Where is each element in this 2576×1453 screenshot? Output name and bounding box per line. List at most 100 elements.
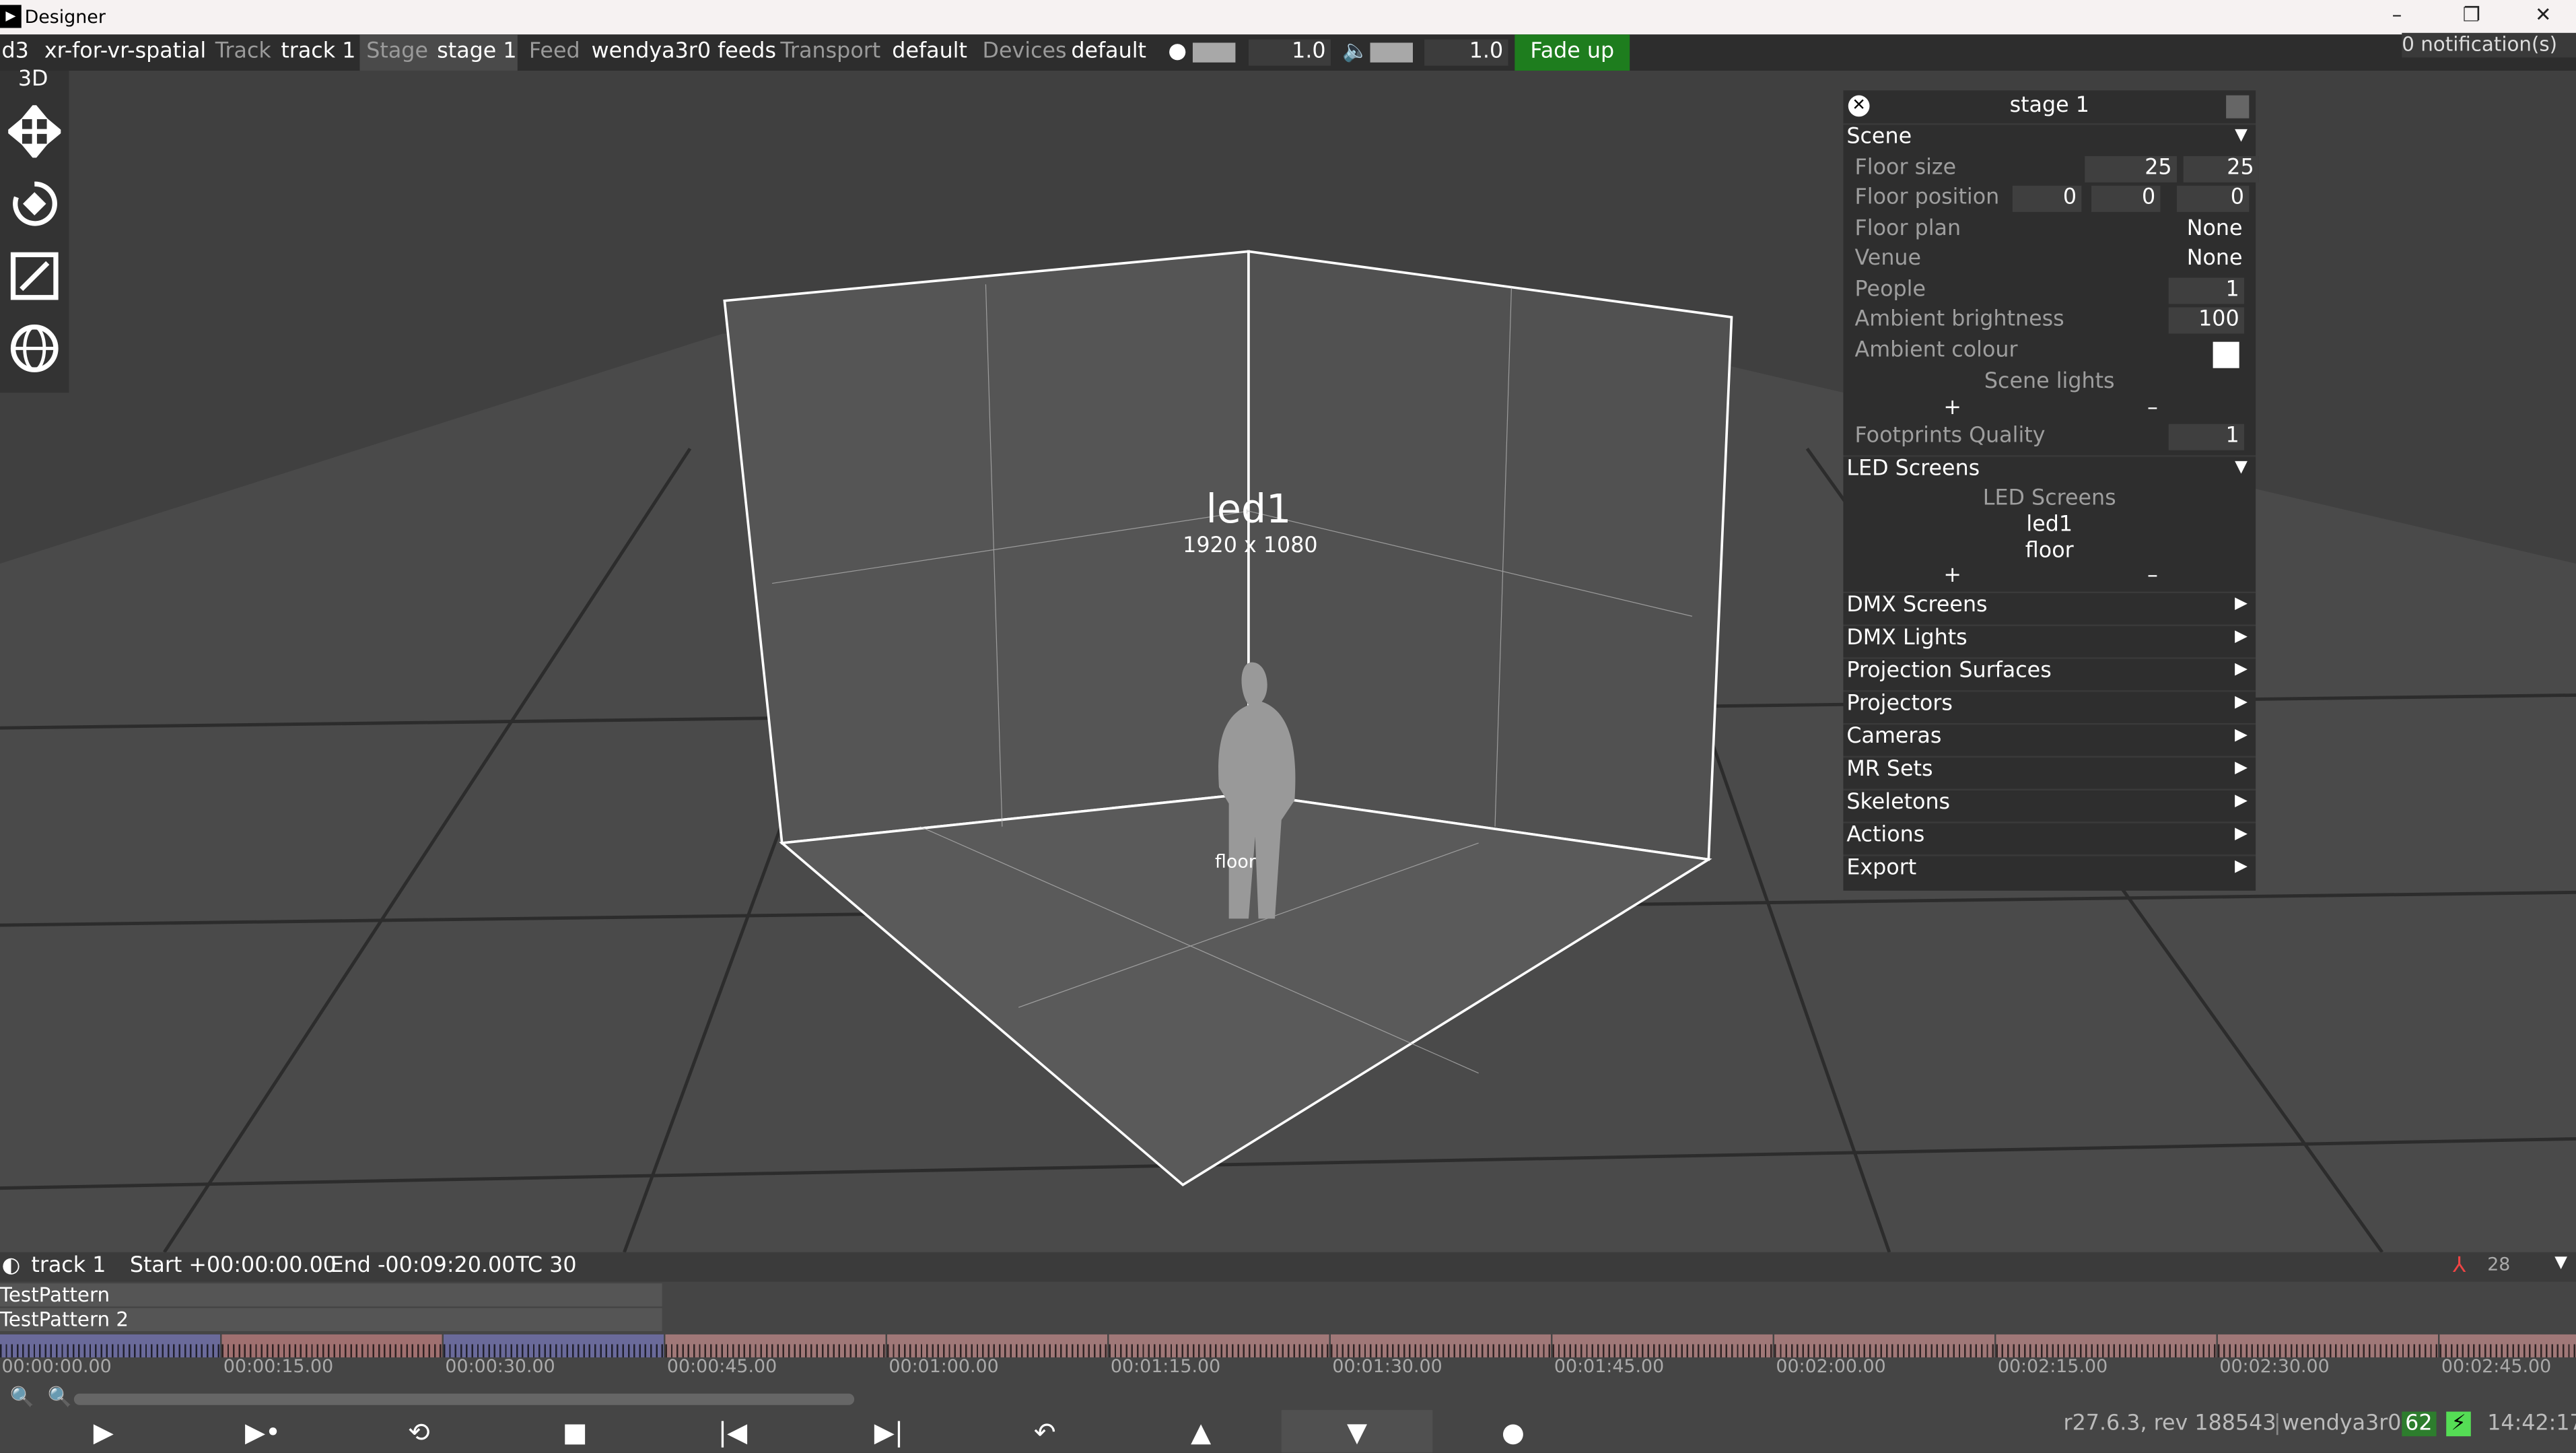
notifications-button[interactable]: 0 notification(s) [2402,32,2576,58]
play-to-end-button[interactable]: ▶• [187,1410,339,1452]
venue-value[interactable]: None [2187,246,2243,271]
move-tool-icon[interactable] [5,100,64,163]
globe-tool-icon[interactable] [5,317,64,380]
zoom-in-icon[interactable]: 🔍 [48,1386,72,1409]
loop-button[interactable]: ⟲ [343,1410,495,1452]
ruler-segment [2217,1334,2438,1358]
people-input[interactable]: 1 [2168,277,2244,304]
section-actions[interactable]: Actions ▶ [1843,821,2256,856]
zoom-out-icon[interactable]: 🔍 [10,1386,34,1409]
feed-selector[interactable]: wendya3r0 feeds [592,40,776,65]
add-light-button[interactable]: + [1943,396,1961,421]
chevron-right-icon: ▶ [2235,792,2248,811]
layer-testpattern[interactable]: TestPattern [0,1283,662,1307]
led-item-floor[interactable]: floor [1843,539,2256,564]
ambient-colour-swatch[interactable] [2213,341,2239,368]
timeline-track-name[interactable]: track 1 [31,1254,106,1279]
section-label: MR Sets [1846,757,1933,782]
fps-setting[interactable]: 28 [2487,1254,2510,1275]
field-label: Floor position [1854,185,2000,211]
led-item-led1[interactable]: led1 [1843,512,2256,537]
track-selector[interactable]: track 1 [281,40,355,65]
floor-size-y[interactable]: 25 [2183,156,2259,182]
floor-plan-value[interactable]: None [2187,217,2243,242]
play-button[interactable]: ▶ [28,1410,179,1452]
field-label: Floor size [1854,156,1957,181]
timeline-ruler[interactable] [0,1334,2576,1358]
section-led-screens[interactable]: LED Screens ▼ [1843,455,2256,489]
app-menu[interactable]: d3 [1,40,28,65]
devices-selector[interactable]: default [1071,40,1146,65]
minimize-button[interactable]: – [2392,3,2402,26]
devices-label: Devices [982,39,1067,65]
chevron-right-icon: ▶ [2235,693,2248,712]
volume-slider[interactable] [1370,42,1414,63]
time-tick-label: 00:00:15.00 [223,1355,334,1378]
time-tick-label: 00:02:30.00 [2219,1355,2330,1378]
title-bar: ▶ Designer – ❐ ✕ [0,0,2576,35]
section-label: Projectors [1846,691,1953,717]
section-label: Cameras [1846,724,1942,749]
ruler-segment [0,1334,221,1358]
stop-button[interactable]: ■ [499,1410,651,1452]
section-mr-sets[interactable]: MR Sets ▶ [1843,755,2256,790]
battery-icon: ⚡ [2446,1411,2472,1437]
add-led-button[interactable]: + [1943,564,1961,588]
project-name[interactable]: xr-for-vr-spatial [44,40,206,65]
restore-button[interactable]: ❐ [2463,3,2480,26]
top-bar: d3 xr-for-vr-spatial Track track 1 Stage… [0,34,2576,71]
ruler-segment [1330,1334,1552,1358]
remove-light-button[interactable]: – [2147,396,2158,421]
remove-led-button[interactable]: – [2147,564,2158,588]
timeline-header: ◐ track 1 Start +00:00:00.00 End -00:09:… [0,1252,2576,1282]
field-label: Ambient colour [1854,338,2018,364]
timeline-scrollbar[interactable] [73,1393,855,1405]
section-projectors[interactable]: Projectors ▶ [1843,690,2256,724]
scale-tool-icon[interactable] [5,245,64,308]
section-dmx-lights[interactable]: DMX Lights ▶ [1843,624,2256,658]
up-button[interactable]: ▲ [1125,1410,1277,1452]
record-button[interactable]: ● [1438,1410,1589,1452]
undo-button[interactable]: ↶ [969,1410,1121,1452]
status-bar: r27.6.3, rev 188543 | wendya3r0 62 ⚡ 14:… [2054,1407,2576,1446]
ambient-brightness-input[interactable]: 100 [2168,307,2244,334]
section-projection-surfaces[interactable]: Projection Surfaces ▶ [1843,657,2256,691]
footprints-quality-input[interactable]: 1 [2168,424,2244,450]
ruler-segment [443,1334,664,1358]
rotate-tool-icon[interactable] [5,172,64,235]
field-label: Venue [1854,246,1922,271]
timeline-end: End -00:09:20.00 [330,1254,516,1279]
window-title: Designer [24,6,106,28]
timeline-menu-icon[interactable]: ▼ [2554,1254,2567,1272]
section-label: Export [1846,856,1917,881]
previous-button[interactable]: |◀ [657,1410,808,1452]
floor-position-x[interactable]: 0 [2012,185,2082,212]
clock-text: 14:42:17 [2487,1411,2576,1437]
floor-position-z[interactable]: 0 [2176,185,2250,212]
floor-size-x[interactable]: 25 [2085,156,2177,182]
transport-selector[interactable]: default [892,40,967,65]
next-button[interactable]: ▶| [813,1410,965,1452]
user-text: wendya3r0 [2282,1411,2402,1437]
section-export[interactable]: Export ▶ [1843,854,2256,889]
section-label: Scene [1846,125,1912,150]
time-tick-label: 00:02:00.00 [1776,1355,1886,1378]
floor-position-y[interactable]: 0 [2091,185,2161,212]
chevron-down-icon: ▼ [2235,126,2248,145]
brightness-slider[interactable] [1192,42,1236,63]
fade-up-button[interactable]: Fade up [1515,34,1630,71]
axes-icon: ⅄ [2452,1254,2466,1279]
viewport-toolbar: 3D [0,67,69,393]
add-note-icon[interactable] [2226,95,2250,119]
section-dmx-screens[interactable]: DMX Screens ▶ [1843,591,2256,626]
stage-value[interactable]: stage 1 [437,40,516,65]
section-label: DMX Screens [1846,593,1988,618]
section-skeletons[interactable]: Skeletons ▶ [1843,788,2256,823]
section-cameras[interactable]: Cameras ▶ [1843,722,2256,757]
layer-testpattern-2[interactable]: TestPattern 2 [0,1308,662,1331]
section-scene[interactable]: Scene ▼ [1843,123,2256,158]
brightness-input[interactable]: 1.0 [1248,39,1331,66]
volume-input[interactable]: 1.0 [1424,39,1508,66]
close-window-button[interactable]: ✕ [2535,3,2552,26]
down-button[interactable]: ▼ [1281,1410,1433,1453]
